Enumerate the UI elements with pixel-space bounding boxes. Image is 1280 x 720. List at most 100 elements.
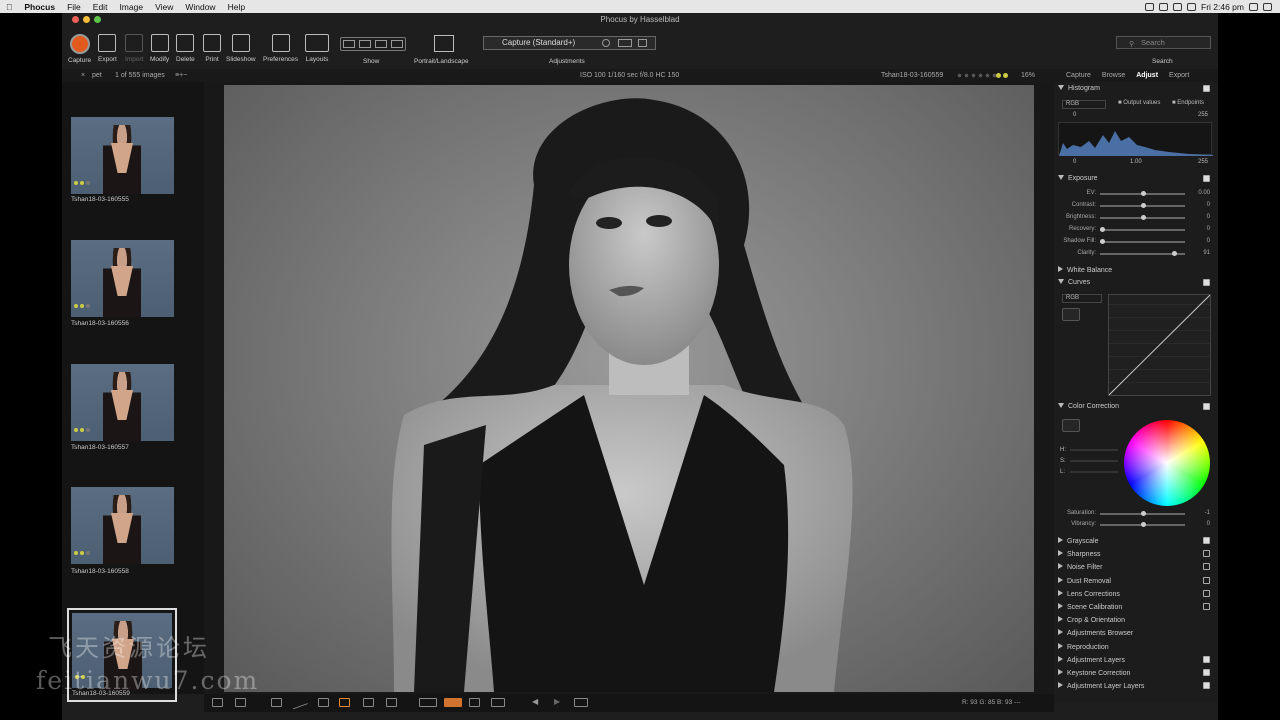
single-view-icon[interactable] [235, 698, 246, 707]
section-grayscale[interactable]: Grayscale [1058, 537, 1099, 545]
thumbnail[interactable] [71, 240, 174, 317]
disclosure-icon[interactable] [1058, 175, 1064, 180]
menu-app[interactable]: Phocus [18, 2, 61, 12]
disclosure-icon[interactable] [1058, 669, 1063, 675]
section-adjustment-layer-layers[interactable]: Adjustment Layer Layers [1058, 682, 1144, 690]
adjustments-select[interactable]: Capture (Standard+) [483, 36, 656, 50]
zoom-tool-icon[interactable] [339, 698, 350, 707]
print-button[interactable]: Print [203, 34, 221, 63]
curves-eyedropper-icon[interactable] [1062, 308, 1080, 321]
menu-help[interactable]: Help [222, 2, 251, 12]
curves-channel-select[interactable]: RGB [1062, 294, 1102, 303]
menu-view[interactable]: View [149, 2, 179, 12]
section-curves[interactable]: Curves [1058, 279, 1090, 286]
main-photo[interactable] [224, 85, 1034, 692]
grid-icon[interactable] [469, 698, 480, 707]
disclosure-icon[interactable] [1058, 550, 1063, 557]
rotate-icon[interactable] [574, 698, 588, 707]
recovery-slider[interactable] [1100, 227, 1185, 232]
show-mode-group[interactable] [340, 37, 406, 51]
histogram-enable-checkbox[interactable] [1203, 85, 1210, 92]
menu-window[interactable]: Window [179, 2, 221, 12]
hue-slider[interactable] [1070, 449, 1118, 451]
disclosure-icon[interactable] [1058, 266, 1063, 272]
color-correction-enable-checkbox[interactable] [1203, 403, 1210, 410]
show-mode-icon[interactable] [359, 40, 371, 48]
section-dust-removal[interactable]: Dust Removal [1058, 576, 1111, 585]
saturation-hsl-slider[interactable] [1070, 460, 1118, 462]
scene-calibration-enable-checkbox[interactable] [1203, 603, 1210, 610]
tab-browse[interactable]: Browse [1102, 69, 1125, 82]
status-icon[interactable] [1159, 2, 1168, 11]
volume-icon[interactable] [1187, 2, 1196, 11]
input-min[interactable]: 0 [1073, 112, 1076, 118]
section-lens-corrections[interactable]: Lens Corrections [1058, 589, 1120, 598]
section-white-balance[interactable]: White Balance [1058, 266, 1112, 274]
slider-knob[interactable] [1100, 227, 1105, 232]
adjustment-layer-layers-enable-checkbox[interactable] [1203, 682, 1210, 690]
disclosure-icon[interactable] [1058, 85, 1064, 90]
show-mode-icon[interactable] [391, 40, 403, 48]
menu-list-icon[interactable] [1263, 2, 1272, 11]
slider-knob[interactable] [1141, 522, 1146, 527]
zoom-level[interactable]: 16% [1021, 69, 1035, 82]
previous-icon[interactable]: ◀ [532, 697, 538, 706]
histogram-channel-select[interactable]: RGB [1062, 100, 1106, 109]
adjustment-layers-enable-checkbox[interactable] [1203, 655, 1210, 663]
keystone-correction-enable-checkbox[interactable] [1203, 669, 1210, 676]
brightness-value[interactable]: 0 [1188, 214, 1210, 220]
output-max[interactable]: 255 [1198, 159, 1208, 165]
clarity-value[interactable]: 91 [1188, 250, 1210, 256]
saturation-value[interactable]: -1 [1188, 510, 1210, 516]
noise-filter-enable-checkbox[interactable] [1203, 563, 1210, 571]
section-scene-calibration[interactable]: Scene Calibration [1058, 603, 1122, 611]
menu-edit[interactable]: Edit [87, 2, 114, 12]
compare-view-icon[interactable] [212, 698, 223, 707]
output-min[interactable]: 0 [1073, 159, 1076, 165]
tab-capture[interactable]: Capture [1066, 69, 1091, 82]
dust-removal-enable-checkbox[interactable] [1203, 576, 1210, 584]
shadow-fill-value[interactable]: 0 [1188, 238, 1210, 244]
disclosure-icon[interactable] [1058, 655, 1063, 662]
grayscale-enable-checkbox[interactable] [1203, 537, 1210, 544]
portrait-landscape-icon[interactable] [434, 35, 454, 52]
pen-tool-icon[interactable] [318, 698, 329, 707]
reset-icon[interactable] [602, 39, 610, 47]
show-mode-icon[interactable] [343, 40, 355, 48]
next-icon[interactable]: ▶ [554, 697, 560, 706]
shadow-fill-slider[interactable] [1100, 239, 1185, 244]
crop-tool-icon[interactable] [271, 698, 282, 707]
sharpness-enable-checkbox[interactable] [1203, 550, 1210, 558]
recovery-value[interactable]: 0 [1188, 226, 1210, 232]
section-color-correction[interactable]: Color Correction [1058, 403, 1119, 410]
slider-knob[interactable] [1100, 239, 1105, 244]
disclosure-icon[interactable] [1058, 279, 1064, 284]
thumbnail[interactable] [71, 487, 174, 564]
clarity-slider[interactable] [1100, 251, 1185, 256]
disclosure-icon[interactable] [1058, 629, 1063, 636]
compare-icon[interactable] [618, 39, 632, 47]
section-adjustments-browser[interactable]: Adjustments Browser [1058, 629, 1133, 637]
curves-enable-checkbox[interactable] [1203, 279, 1210, 286]
delete-button[interactable]: Delete [176, 34, 195, 63]
disclosure-icon[interactable] [1058, 616, 1063, 623]
section-sharpness[interactable]: Sharpness [1058, 550, 1100, 558]
section-adjustment-layers[interactable]: Adjustment Layers [1058, 655, 1125, 664]
clock[interactable]: Fri 2:46 pm [1201, 2, 1244, 12]
close-folder-icon[interactable]: × [81, 69, 85, 82]
thumbnail[interactable] [71, 364, 174, 441]
histogram-graph[interactable] [1058, 122, 1213, 156]
section-reproduction[interactable]: Reproduction [1058, 642, 1109, 651]
thumbnail[interactable] [71, 117, 174, 194]
exposure-enable-checkbox[interactable] [1203, 175, 1210, 182]
disclosure-icon[interactable] [1058, 603, 1063, 609]
modify-button[interactable]: Modify [150, 34, 169, 63]
color-tag-icon[interactable] [996, 73, 1001, 78]
slider-knob[interactable] [1141, 191, 1146, 196]
export-button[interactable]: Export [98, 34, 117, 63]
rating-dots[interactable] [956, 73, 996, 78]
output-values-checkbox[interactable]: ■ Output values [1118, 100, 1160, 106]
curves-graph[interactable] [1108, 294, 1211, 396]
import-button[interactable]: Import [125, 34, 143, 63]
menu-file[interactable]: File [61, 2, 87, 12]
